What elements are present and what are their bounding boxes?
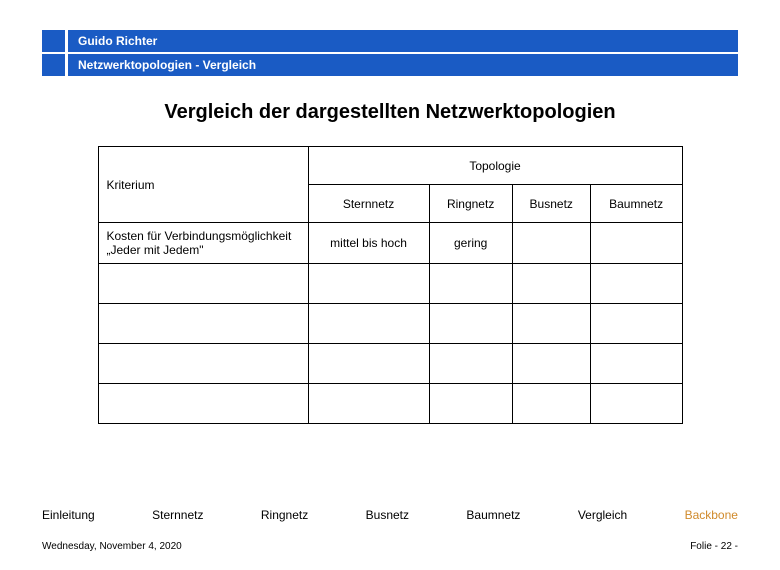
nav-vergleich[interactable]: Vergleich (578, 508, 627, 522)
cell-stern: mittel bis hoch (308, 223, 429, 264)
nav-ringnetz[interactable]: Ringnetz (261, 508, 308, 522)
kriterium-header: Kriterium (98, 147, 308, 223)
table-row: Kosten für Verbindungsmöglichkeit „Jeder… (98, 223, 682, 264)
footer: Wednesday, November 4, 2020 Folie - 22 - (42, 541, 738, 552)
table-row (98, 304, 682, 344)
slide: Guido Richter Netzwerktopologien - Vergl… (0, 0, 780, 570)
nav-einleitung[interactable]: Einleitung (42, 508, 95, 522)
col-baumnetz: Baumnetz (590, 185, 682, 223)
table-header-row-1: Kriterium Topologie (98, 147, 682, 185)
nav-backbone[interactable]: Backbone (685, 508, 738, 522)
table-row (98, 264, 682, 304)
col-busnetz: Busnetz (512, 185, 590, 223)
topic-bar: Netzwerktopologien - Vergleich (68, 54, 738, 76)
nav-sternnetz[interactable]: Sternnetz (152, 508, 203, 522)
cell-bus (512, 223, 590, 264)
topologie-header: Topologie (308, 147, 682, 185)
nav-baumnetz[interactable]: Baumnetz (466, 508, 520, 522)
comparison-table: Kriterium Topologie Sternnetz Ringnetz B… (98, 146, 683, 424)
table-row (98, 344, 682, 384)
cell-baum (590, 223, 682, 264)
decor-box-bottom (42, 54, 65, 76)
header-block: Guido Richter Netzwerktopologien - Vergl… (42, 30, 738, 76)
decor-box-top (42, 30, 65, 52)
cell-ring: gering (429, 223, 512, 264)
col-ringnetz: Ringnetz (429, 185, 512, 223)
nav-busnetz[interactable]: Busnetz (366, 508, 409, 522)
footer-date: Wednesday, November 4, 2020 (42, 541, 182, 552)
table-row (98, 384, 682, 424)
slide-title: Vergleich der dargestellten Netzwerktopo… (42, 101, 738, 124)
cell-kriterium: Kosten für Verbindungsmöglichkeit „Jeder… (98, 223, 308, 264)
nav-bar: Einleitung Sternnetz Ringnetz Busnetz Ba… (42, 508, 738, 522)
author-bar: Guido Richter (68, 30, 738, 52)
footer-page: Folie - 22 - (690, 541, 738, 552)
col-sternnetz: Sternnetz (308, 185, 429, 223)
